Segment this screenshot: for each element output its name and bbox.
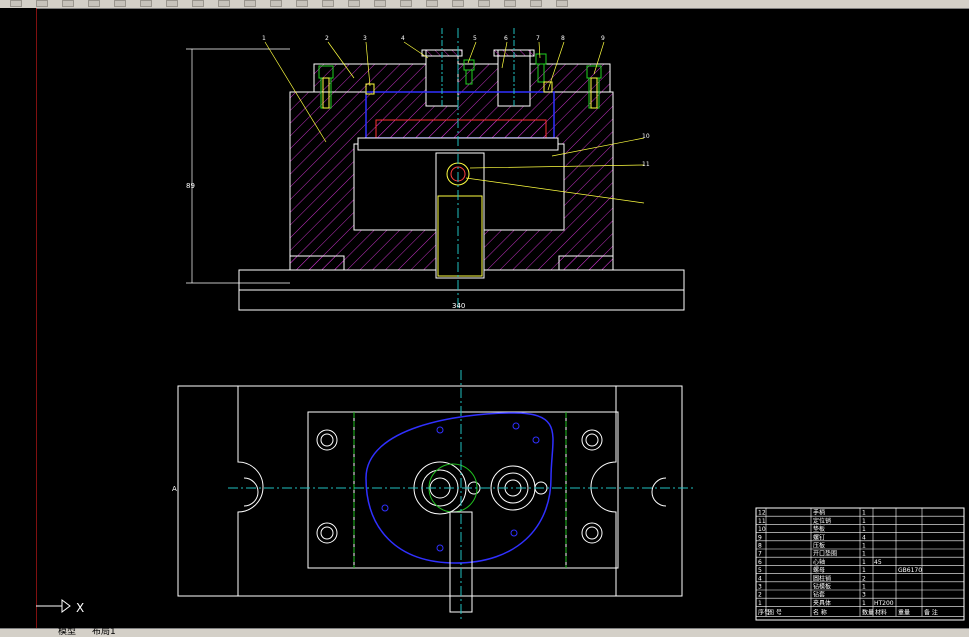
title-block-qty: 4 xyxy=(862,534,866,541)
title-block-header: 数量 xyxy=(862,608,874,616)
title-block-qty: 1 xyxy=(862,567,866,574)
title-block-no: 4 xyxy=(758,575,762,582)
title-block-no: 11 xyxy=(758,518,766,525)
layer-icon[interactable] xyxy=(478,0,490,7)
tool-palette-icon[interactable] xyxy=(400,0,412,7)
redo-icon[interactable] xyxy=(218,0,230,7)
svg-text:1: 1 xyxy=(262,35,266,42)
svg-text:10: 10 xyxy=(642,133,650,140)
svg-text:11: 11 xyxy=(642,161,650,168)
drill-plate xyxy=(313,63,611,93)
title-block-name: 夹具体 xyxy=(813,599,831,607)
title-block-no: 6 xyxy=(758,559,762,566)
svg-text:6: 6 xyxy=(504,35,508,42)
title-block-note: GB6170 xyxy=(898,567,922,574)
title-block-qty: 2 xyxy=(862,575,866,582)
svg-text:5: 5 xyxy=(473,35,477,42)
left-gutter xyxy=(0,8,36,628)
title-block-qty: 1 xyxy=(862,518,866,525)
plan-view: A xyxy=(172,370,694,620)
title-block-header: 重量 xyxy=(898,608,910,616)
design-center-icon[interactable] xyxy=(374,0,386,7)
zoom-window-icon[interactable] xyxy=(296,0,308,7)
ucs-x-label: X xyxy=(76,601,84,615)
svg-text:3: 3 xyxy=(363,35,367,42)
title-block: 12 手柄 111 定位销 110 垫板 19 螺钉 48 压板 17 开口垫圈 16 心轴 1 455 螺母 1… xyxy=(755,507,965,621)
title-block-name: 开口垫圈 xyxy=(813,550,837,558)
title-block-no: 2 xyxy=(758,592,762,599)
new-icon[interactable] xyxy=(10,0,22,7)
dim-icon[interactable] xyxy=(452,0,464,7)
title-block-no: 9 xyxy=(758,534,762,541)
properties-icon[interactable] xyxy=(348,0,360,7)
title-block-header: 图 号 xyxy=(768,609,782,616)
title-block-no: 10 xyxy=(758,526,766,533)
paste-icon[interactable] xyxy=(166,0,178,7)
title-block-mat: HT200 xyxy=(874,600,894,607)
title-block-qty: 1 xyxy=(862,551,866,558)
title-block-no: 5 xyxy=(758,567,762,574)
title-block-qty: 1 xyxy=(862,510,866,517)
title-block-header: 材料 xyxy=(875,608,887,616)
tab-layout1[interactable]: 布局1 xyxy=(92,628,116,637)
side-mark: A xyxy=(172,485,177,493)
title-block-no: 1 xyxy=(758,600,762,607)
title-block-name: 心轴 xyxy=(813,558,825,566)
copy-icon[interactable] xyxy=(140,0,152,7)
svg-text:8: 8 xyxy=(561,35,565,42)
ucs-icon xyxy=(0,580,71,613)
dim-horizontal: 340 xyxy=(452,302,465,310)
title-block-qty: 1 xyxy=(862,559,866,566)
title-block-name: 圆柱销 xyxy=(813,574,831,582)
tab-model[interactable]: 模型 xyxy=(58,628,76,637)
title-block-mat: 45 xyxy=(874,559,882,566)
svg-text:7: 7 xyxy=(536,35,540,42)
title-block-no: 3 xyxy=(758,584,762,591)
title-block-qty: 1 xyxy=(862,543,866,550)
dim-vertical: 89 xyxy=(186,182,195,190)
title-block-name: 垫板 xyxy=(813,525,825,533)
color-icon[interactable] xyxy=(556,0,568,7)
drawing-canvas[interactable]: 89 340 1 2 3 4 5 6 7 8 9 10 11 A 12 手柄 1… xyxy=(0,8,969,628)
pan-icon[interactable] xyxy=(244,0,256,7)
zoom-icon[interactable] xyxy=(270,0,282,7)
title-block-name: 压板 xyxy=(813,542,825,550)
svg-text:9: 9 xyxy=(601,35,605,42)
open-icon[interactable] xyxy=(36,0,48,7)
title-block-header: 备 注 xyxy=(924,608,938,616)
block-icon[interactable] xyxy=(530,0,542,7)
title-block-name: 定位销 xyxy=(813,517,831,525)
title-block-qty: 1 xyxy=(862,584,866,591)
title-block-name: 钻模板 xyxy=(813,583,831,591)
undo-icon[interactable] xyxy=(192,0,204,7)
title-block-no: 12 xyxy=(758,510,766,517)
save-icon[interactable] xyxy=(62,0,74,7)
zoom-previous-icon[interactable] xyxy=(322,0,334,7)
title-block-name: 手柄 xyxy=(813,509,825,517)
title-block-qty: 1 xyxy=(862,526,866,533)
title-block-name: 钻套 xyxy=(813,591,825,599)
title-block-qty: 1 xyxy=(862,600,866,607)
bolt-holes xyxy=(316,429,603,544)
print-icon[interactable] xyxy=(88,0,100,7)
table-icon[interactable] xyxy=(504,0,516,7)
cut-icon[interactable] xyxy=(114,0,126,7)
section-view: 89 340 1 2 3 4 5 6 7 8 9 10 11 xyxy=(186,28,685,311)
title-block-no: 7 xyxy=(758,551,762,558)
text-icon[interactable] xyxy=(426,0,438,7)
title-block-no: 8 xyxy=(758,543,762,550)
title-block-name: 螺母 xyxy=(813,566,825,574)
title-block-qty: 3 xyxy=(862,592,866,599)
svg-text:2: 2 xyxy=(325,35,329,42)
title-block-header: 名 称 xyxy=(813,608,827,616)
title-block-name: 螺钉 xyxy=(813,533,825,541)
svg-text:4: 4 xyxy=(401,35,405,42)
cad-drawing[interactable]: 89 340 1 2 3 4 5 6 7 8 9 10 11 A 12 手柄 1… xyxy=(0,8,969,628)
